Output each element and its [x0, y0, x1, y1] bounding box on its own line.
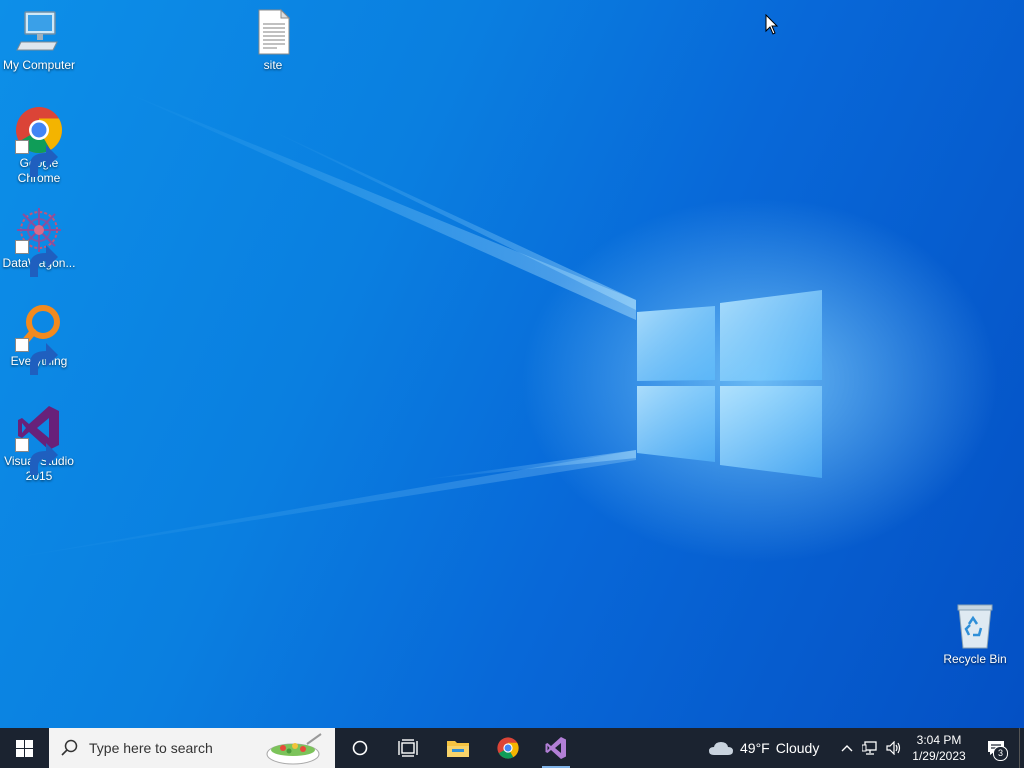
datawagon-icon [13, 206, 65, 277]
desktop-icon-google-chrome[interactable]: Google Chrome [0, 106, 78, 186]
everything-search-icon [13, 304, 65, 375]
desktop-icon-visual-studio[interactable]: Visual Studio 2015 [0, 404, 78, 484]
windows-logo-icon [15, 739, 33, 757]
show-hidden-icons-button[interactable] [838, 728, 856, 768]
taskbar-app-google-chrome[interactable] [490, 728, 526, 768]
weather-widget[interactable]: 49°F Cloudy [708, 728, 834, 768]
desktop-icon-everything[interactable]: Everything [0, 304, 78, 375]
search-highlight-salad-icon [266, 733, 322, 765]
desktop-icon-label: My Computer [2, 58, 76, 72]
chevron-up-icon [841, 745, 853, 752]
weather-temp: 49°F [740, 740, 770, 756]
wallpaper [0, 90, 822, 560]
clock-time: 3:04 PM [916, 733, 962, 747]
taskbar-app-visual-studio[interactable] [538, 728, 574, 768]
weather-condition: Cloudy [775, 740, 820, 756]
volume-button[interactable] [884, 728, 904, 768]
mouse-cursor-icon [765, 14, 779, 35]
desktop-icon-label: Recycle Bin [943, 652, 1007, 666]
search-icon [49, 739, 89, 757]
task-view-icon [398, 739, 418, 757]
search-box[interactable]: Type here to search [49, 728, 335, 768]
cortana-circle-icon [352, 740, 368, 756]
chrome-icon [497, 737, 519, 759]
taskbar: Type here to search 49°F Cloudy 3:04 PM … [0, 728, 1024, 768]
cloud-icon [709, 742, 733, 755]
recycle-bin-icon [949, 602, 1001, 650]
clock[interactable]: 3:04 PM 1/29/2023 [906, 728, 972, 768]
visual-studio-icon [13, 404, 65, 475]
chrome-icon [13, 106, 65, 177]
shortcut-arrow-icon [15, 240, 58, 277]
desktop-icon-label: site [263, 58, 283, 72]
shortcut-arrow-icon [15, 140, 58, 177]
task-view-button[interactable] [390, 728, 426, 768]
desktop-icon-site[interactable]: site [234, 8, 312, 73]
notification-count-badge: 3 [993, 746, 1008, 761]
folder-icon [447, 741, 469, 757]
desktop-icon-datawagon[interactable]: DataWagon... [0, 206, 78, 277]
computer-icon [13, 8, 65, 56]
network-icon [862, 741, 877, 755]
network-button[interactable] [860, 728, 880, 768]
text-file-icon [247, 8, 299, 56]
cortana-button[interactable] [342, 728, 378, 768]
shortcut-arrow-icon [15, 438, 58, 475]
start-button[interactable] [0, 728, 48, 768]
desktop-icon-recycle-bin[interactable]: Recycle Bin [936, 602, 1014, 667]
desktop[interactable]: My Computer site Chrome Visual Studio 20… [0, 0, 1024, 728]
clock-date: 1/29/2023 [912, 749, 966, 763]
taskbar-app-file-explorer[interactable] [440, 728, 476, 768]
search-placeholder: Type here to search [89, 740, 213, 756]
shortcut-arrow-icon [15, 338, 58, 375]
action-center-button[interactable]: 3 [978, 728, 1014, 768]
visual-studio-icon [545, 737, 566, 759]
show-desktop-button[interactable] [1019, 728, 1024, 768]
speaker-icon [886, 741, 901, 755]
desktop-icon-my-computer[interactable]: My Computer [0, 8, 78, 73]
